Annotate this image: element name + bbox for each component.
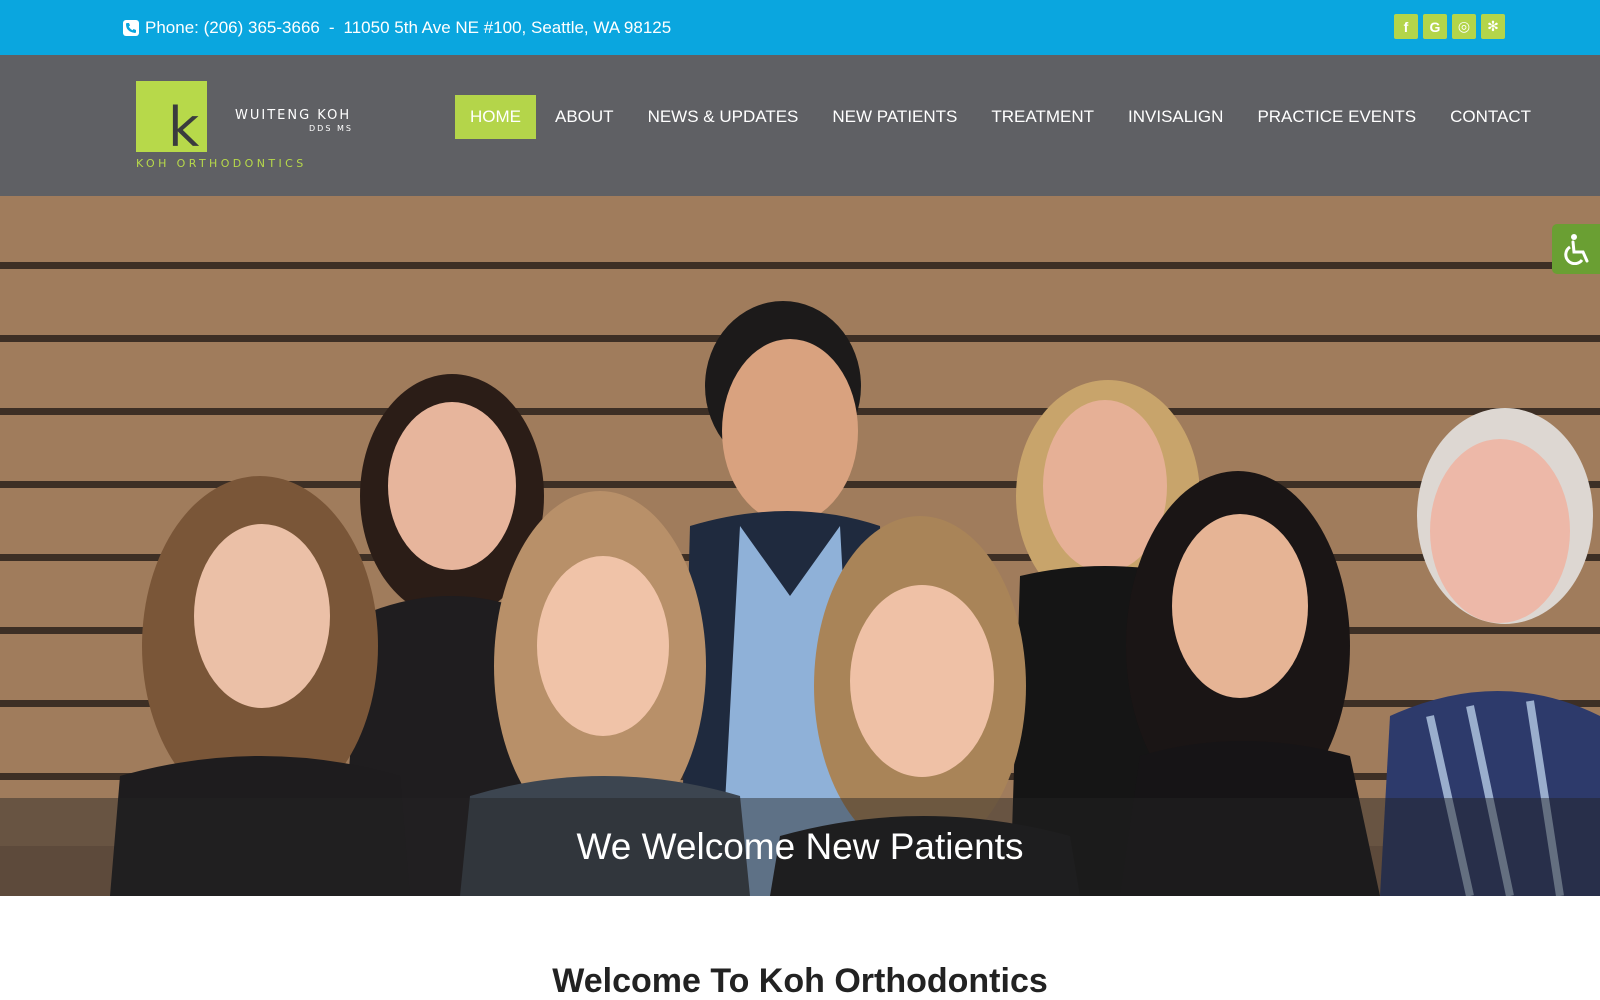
nav-item-about[interactable]: ABOUT bbox=[540, 95, 629, 139]
logo-doctor-name: WUITENG KOH bbox=[235, 108, 352, 123]
phone-icon bbox=[123, 19, 139, 36]
logo-practice-name: KOH ORTHODONTICS bbox=[136, 157, 307, 170]
facebook-icon[interactable]: f bbox=[1394, 14, 1418, 39]
logo-mark: k bbox=[136, 81, 207, 159]
contact-separator: - bbox=[328, 17, 335, 37]
main-nav: HOME ABOUT NEWS & UPDATES NEW PATIENTS T… bbox=[455, 95, 1550, 139]
logo-k-letter: k bbox=[168, 96, 200, 159]
team-photo bbox=[0, 196, 1600, 896]
nav-item-new-patients[interactable]: NEW PATIENTS bbox=[817, 95, 972, 139]
hero-caption: We Welcome New Patients bbox=[576, 826, 1024, 867]
wheelchair-icon bbox=[1564, 234, 1589, 265]
nav-item-invisalign[interactable]: INVISALIGN bbox=[1113, 95, 1238, 139]
yelp-icon[interactable]: ✻ bbox=[1481, 14, 1505, 39]
nav-item-practice-events[interactable]: PRACTICE EVENTS bbox=[1242, 95, 1431, 139]
hero-caption-bar: We Welcome New Patients bbox=[0, 798, 1600, 896]
welcome-heading: Welcome To Koh Orthodontics bbox=[552, 962, 1048, 1000]
nav-item-news-updates[interactable]: NEWS & UPDATES bbox=[633, 95, 814, 139]
phone-number[interactable]: Phone: (206) 365-3666 bbox=[145, 18, 320, 38]
site-header: k WUITENG KOH DDS MS KOH ORTHODONTICS HO… bbox=[0, 55, 1600, 196]
logo-credentials: DDS MS bbox=[309, 124, 353, 133]
nav-item-treatment[interactable]: TREATMENT bbox=[976, 95, 1109, 139]
hero-banner: We Welcome New Patients bbox=[0, 196, 1600, 896]
site-logo[interactable]: k WUITENG KOH DDS MS KOH ORTHODONTICS bbox=[136, 81, 366, 171]
google-icon[interactable]: G bbox=[1423, 14, 1447, 39]
address[interactable]: 11050 5th Ave NE #100, Seattle, WA 98125 bbox=[344, 18, 672, 38]
contact-info: Phone: (206) 365-3666 - 11050 5th Ave NE… bbox=[123, 0, 671, 55]
top-bar: Phone: (206) 365-3666 - 11050 5th Ave NE… bbox=[0, 0, 1600, 55]
accessibility-button[interactable] bbox=[1552, 224, 1600, 274]
social-links: f G ◎ ✻ bbox=[1394, 14, 1505, 39]
nav-item-home[interactable]: HOME bbox=[455, 95, 536, 139]
instagram-icon[interactable]: ◎ bbox=[1452, 14, 1476, 39]
nav-item-contact[interactable]: CONTACT bbox=[1435, 95, 1546, 139]
